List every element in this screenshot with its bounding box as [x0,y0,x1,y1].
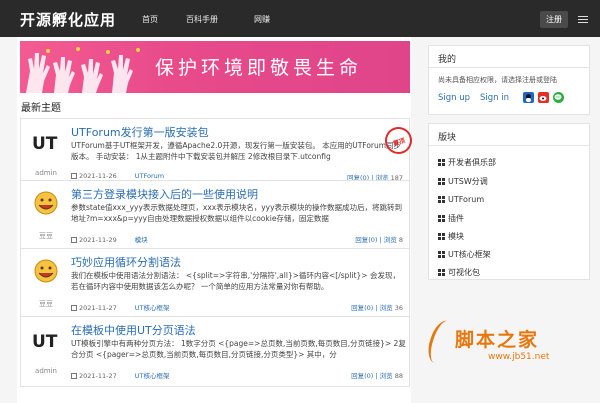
avatar[interactable] [23,257,69,297]
topic-title-link[interactable]: UTForum发行第一版安装包 [71,124,209,140]
author-name[interactable]: 豆豆 [23,231,69,241]
section-title-latest: 最新主题 [21,103,61,114]
topic-meta: 2021-11-29 模块 [71,234,148,244]
topic-excerpt: 参数state值xxx_yyy表示数据处理页，xxx表示模块名，yyy表示模块的… [71,203,403,223]
topic-meta: 2021-11-27 UT核心框架 [71,370,170,380]
forums-panel: 版块 开发者俱乐部 UTSW分调 UTForum 插件 模块 UT核心框架 可视… [428,123,590,280]
topic-stats: 回复(0) | 浏览 8 [355,234,403,244]
grid-icon [438,215,445,222]
view-count: 88 [394,372,403,380]
topic-category-link[interactable]: UTForum [135,172,164,180]
author-name[interactable]: admin [23,367,69,375]
grid-icon [438,233,445,240]
topic-stats: 回复(0) | 浏览 88 [351,370,403,380]
grid-icon [438,159,445,166]
reply-count[interactable]: 回复(0) | 浏览 [351,304,395,312]
watermark-logo [423,317,459,367]
banner[interactable]: 保护环境即敬畏生命 [20,41,410,93]
topic-excerpt: UTForum基于UT框架开发，遵循Apache2.0开源，现发行第一版安装包。… [71,141,402,161]
forum-link[interactable]: 开发者俱乐部 [438,157,496,168]
forum-link[interactable]: UTForum [438,195,484,204]
grid-icon [438,178,445,185]
wechat-login-icon[interactable] [553,92,564,103]
forum-link[interactable]: UT核心框架 [438,249,491,260]
grid-icon [438,269,445,276]
calendar-icon [71,237,77,243]
topic-card: UT admin 在模板中使用UT分页语法 UT模板引擎中有两种分页方法： 1数… [20,316,410,387]
grid-icon [438,196,445,203]
avatar[interactable]: UT [23,127,69,167]
topic-excerpt: 我们在模板中使用语法分割语法： <{split=>字符串,'分隔符',all}>… [71,271,400,291]
divider [429,67,589,68]
author-name[interactable]: 豆豆 [23,299,69,309]
forum-link[interactable]: 可视化包 [438,267,480,278]
nav-link-home[interactable]: 首页 [142,14,158,25]
topic-meta: 2021-11-26 UTForum [71,172,164,180]
topic-card: 豆豆 巧妙应用循环分割语法 我们在模板中使用语法分割语法： <{split=>字… [20,248,410,319]
avatar[interactable] [23,189,69,229]
nav-link-wiki[interactable]: 百科手册 [186,14,218,25]
smiley-avatar-icon [34,259,58,283]
user-panel: 我的 尚未具备相应权限，请选择注册或登陆 Sign up Sign in [428,45,590,115]
topic-card: UT admin UTForum发行第一版安装包 UTForum基于UT框架开发… [20,118,416,189]
view-count: 36 [394,304,403,312]
forum-link[interactable]: 模块 [438,231,464,242]
signin-link[interactable]: Sign in [480,93,509,103]
topic-category-link[interactable]: UT核心框架 [135,372,170,380]
forum-link[interactable]: 插件 [438,213,464,224]
topic-excerpt: UT模板引擎中有两种分页方法： 1数字分页 <{page=>总页数,当前页数,每… [71,339,406,359]
topic-title-link[interactable]: 在模板中使用UT分页语法 [71,322,196,338]
main-column: 保护环境即敬畏生命 最新主题 UT admin UTForum发行第一版安装包 … [17,37,416,403]
divider [429,145,589,146]
signup-link[interactable]: Sign up [438,93,470,103]
topic-title-link[interactable]: 巧妙应用循环分割语法 [71,254,181,270]
topic-category-link[interactable]: 模块 [135,236,148,244]
permission-note: 尚未具备相应权限，请选择注册或登陆 [438,76,557,84]
reply-count[interactable]: 回复(0) | 浏览 [351,372,395,380]
topic-card: 豆豆 第三方登录模块接入后的一些使用说明 参数state值xxx_yyy表示数据… [20,180,410,251]
calendar-icon [71,173,77,179]
topic-date: 2021-11-27 [79,372,117,380]
nav-link-earn[interactable]: 网赚 [254,14,270,25]
weibo-login-icon[interactable] [538,92,549,103]
banner-slogan: 保护环境即敬畏生命 [155,57,363,79]
register-button[interactable]: 注册 [540,11,568,28]
topic-title-link[interactable]: 第三方登录模块接入后的一些使用说明 [71,186,258,202]
topic-meta: 2021-11-27 UT核心框架 [71,302,170,312]
topic-stats: 回复(0) | 浏览 36 [351,302,403,312]
view-count: 8 [398,236,403,244]
top-navbar: 开源孵化应用 首页 百科手册 网赚 注册 [0,0,600,37]
forum-link[interactable]: UTSW分调 [438,176,488,187]
calendar-icon [71,305,77,311]
panel-title-mine: 我的 [438,55,457,65]
raised-hands-icon [26,47,140,93]
avatar[interactable]: UT [23,325,69,365]
menu-icon[interactable] [574,11,592,28]
reply-count[interactable]: 回复(0) | 浏览 [355,236,399,244]
qq-login-icon[interactable] [523,92,534,103]
topic-date: 2021-11-27 [79,304,117,312]
grid-icon [438,251,445,258]
topic-category-link[interactable]: UT核心框架 [135,304,170,312]
topic-date: 2021-11-29 [79,236,117,244]
smiley-avatar-icon [34,191,58,215]
author-name[interactable]: admin [23,169,69,177]
watermark: 脚本之家 [455,329,540,351]
panel-title-forums: 版块 [438,133,457,143]
site-brand[interactable]: 开源孵化应用 [20,9,116,30]
watermark-url: www.jb51.net [488,352,550,362]
calendar-icon [71,373,77,379]
topic-date: 2021-11-26 [79,172,117,180]
